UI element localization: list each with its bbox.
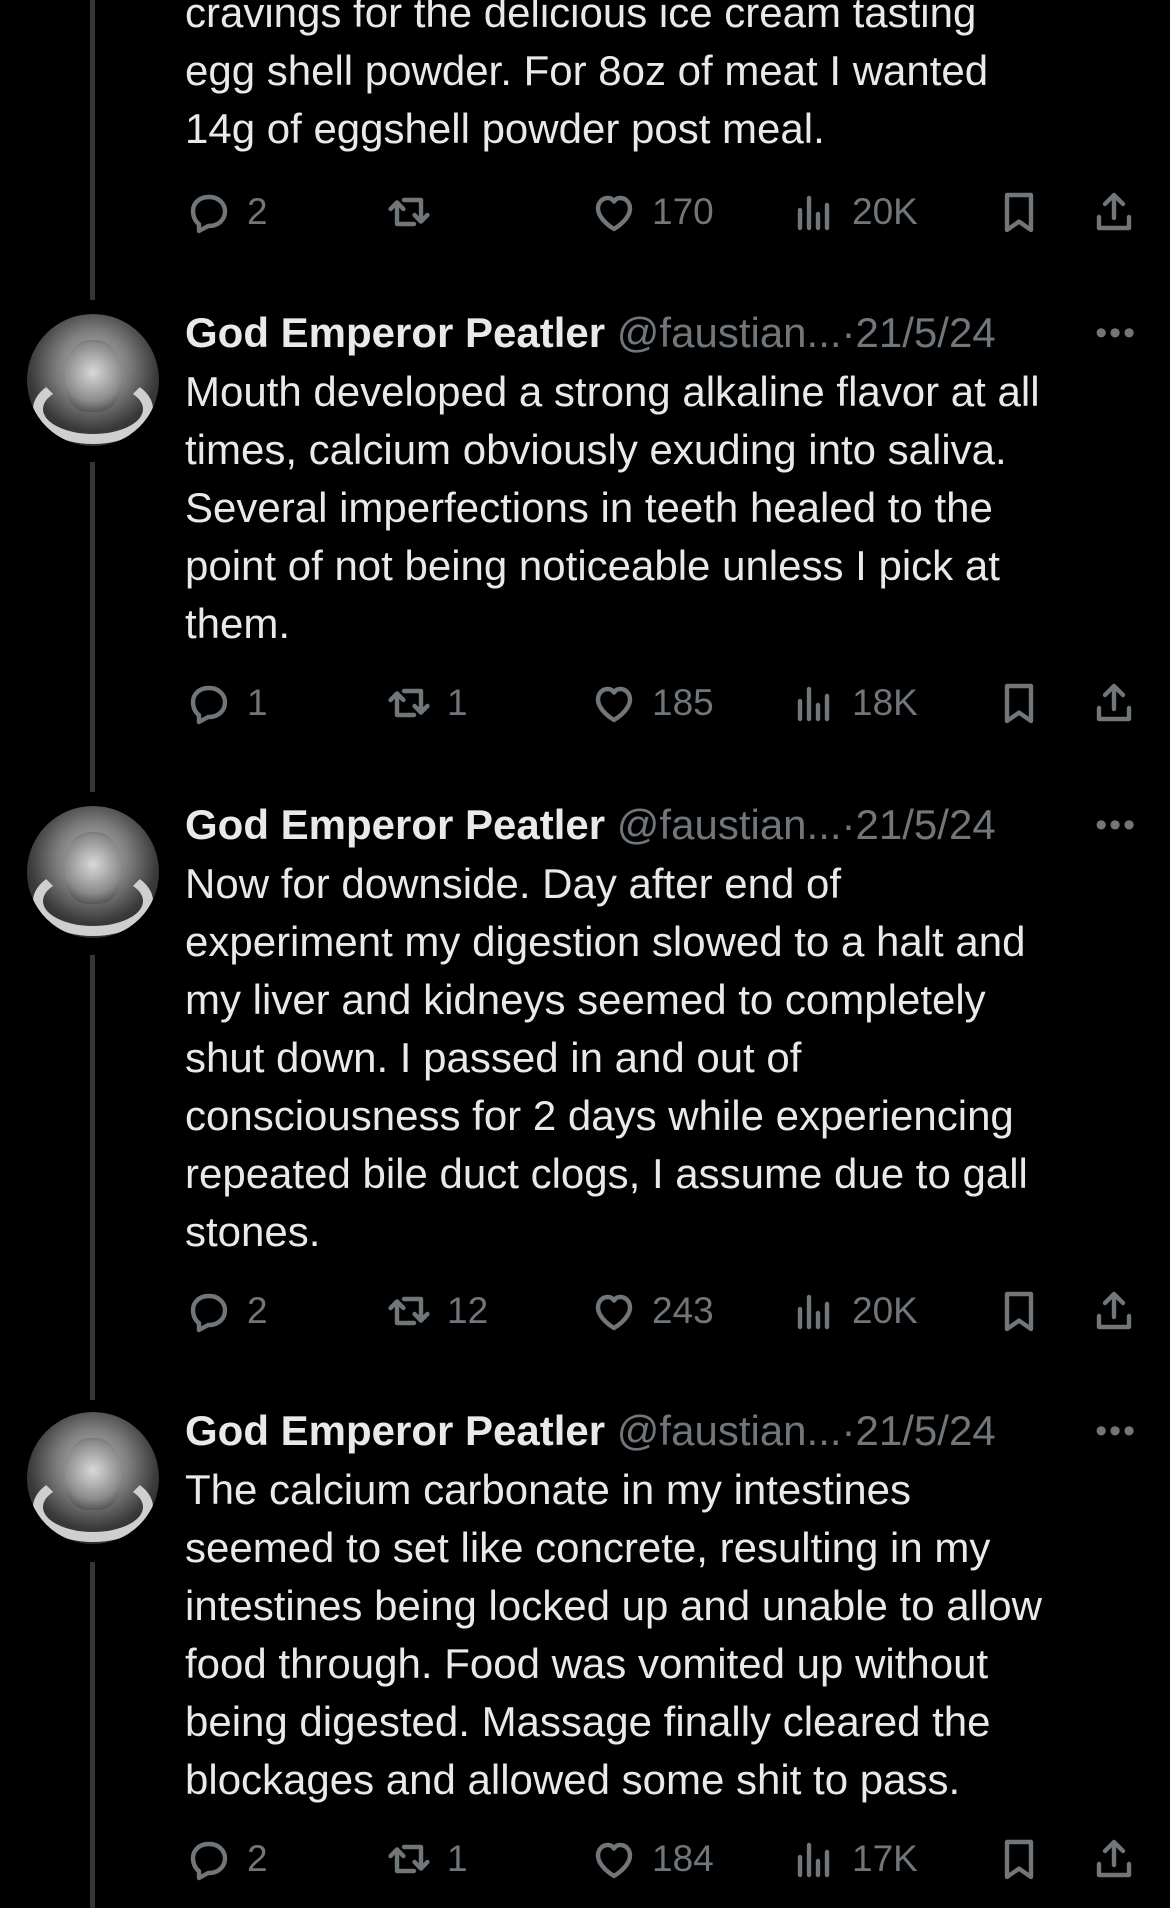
user-handle[interactable]: @faustian... xyxy=(617,309,842,356)
view-count: 17K xyxy=(852,1838,918,1879)
bookmark-button[interactable] xyxy=(995,675,1043,731)
repost-button[interactable]: 1 xyxy=(385,675,468,731)
bookmark-button[interactable] xyxy=(995,1831,1043,1887)
tweet-actions: 1 1 185 18K xyxy=(185,675,1145,731)
repost-button[interactable]: 1 xyxy=(385,1831,468,1887)
share-icon xyxy=(1090,1287,1138,1335)
views-icon xyxy=(790,188,838,236)
reply-count: 2 xyxy=(247,1290,268,1331)
like-button[interactable]: 170 xyxy=(590,184,714,240)
share-button[interactable] xyxy=(1090,675,1138,731)
user-handle[interactable]: @faustian... xyxy=(617,1407,842,1454)
view-count: 20K xyxy=(852,1290,918,1331)
tweet-text: cravings for the delicious ice cream tas… xyxy=(185,0,989,152)
tweet-header: God Emperor Peatler @faustian...·21/5/24… xyxy=(185,304,1145,362)
repost-icon xyxy=(385,679,433,727)
tweet-actions: 2 1 184 17K xyxy=(185,1831,1145,1887)
bookmark-icon xyxy=(995,188,1043,236)
tweet-actions: 2 170 20K xyxy=(185,184,1145,240)
more-icon[interactable]: ••• xyxy=(1095,796,1137,854)
repost-icon xyxy=(385,1287,433,1335)
thread-line xyxy=(90,0,95,300)
more-icon[interactable]: ••• xyxy=(1095,304,1137,362)
reply-button[interactable]: 2 xyxy=(185,1283,268,1339)
like-count: 185 xyxy=(652,682,714,723)
thread-line xyxy=(90,1562,95,1908)
bookmark-icon xyxy=(995,1835,1043,1883)
like-icon xyxy=(590,1835,638,1883)
views-button[interactable]: 20K xyxy=(790,184,918,240)
like-icon xyxy=(590,188,638,236)
repost-icon xyxy=(385,188,433,236)
views-button[interactable]: 18K xyxy=(790,675,918,731)
share-button[interactable] xyxy=(1090,1831,1138,1887)
like-count: 170 xyxy=(652,191,714,232)
share-button[interactable] xyxy=(1090,1283,1138,1339)
tweet-text: Mouth developed a strong alkaline flavor… xyxy=(185,368,1040,647)
reply-count: 1 xyxy=(247,682,268,723)
repost-button[interactable] xyxy=(385,184,447,240)
more-icon[interactable]: ••• xyxy=(1095,1402,1137,1460)
thread-line xyxy=(90,955,95,1400)
bookmark-icon xyxy=(995,1287,1043,1335)
display-name[interactable]: God Emperor Peatler xyxy=(185,1407,605,1454)
reply-icon xyxy=(185,1835,233,1883)
reply-button[interactable]: 1 xyxy=(185,675,268,731)
bookmark-button[interactable] xyxy=(995,1283,1043,1339)
reply-button[interactable]: 2 xyxy=(185,1831,268,1887)
reply-icon xyxy=(185,679,233,727)
reply-count: 2 xyxy=(247,191,268,232)
avatar[interactable] xyxy=(27,806,159,938)
user-handle[interactable]: @faustian... xyxy=(617,801,842,848)
reply-button[interactable]: 2 xyxy=(185,184,268,240)
views-button[interactable]: 20K xyxy=(790,1283,918,1339)
repost-count: 1 xyxy=(447,1838,468,1879)
views-icon xyxy=(790,1287,838,1335)
like-icon xyxy=(590,679,638,727)
separator-dot: · xyxy=(841,309,856,356)
tweet-actions: 2 12 243 20K xyxy=(185,1283,1145,1339)
repost-icon xyxy=(385,1835,433,1883)
share-button[interactable] xyxy=(1090,184,1138,240)
share-icon xyxy=(1090,188,1138,236)
view-count: 18K xyxy=(852,682,918,723)
tweet-text: Now for downside. Day after end of exper… xyxy=(185,860,1028,1255)
reply-icon xyxy=(185,188,233,236)
bookmark-icon xyxy=(995,679,1043,727)
avatar[interactable] xyxy=(27,314,159,446)
views-icon xyxy=(790,679,838,727)
bookmark-button[interactable] xyxy=(995,184,1043,240)
reply-icon xyxy=(185,1287,233,1335)
like-count: 184 xyxy=(652,1838,714,1879)
tweet-date[interactable]: 21/5/24 xyxy=(856,309,996,356)
thread-line xyxy=(90,462,95,792)
view-count: 20K xyxy=(852,191,918,232)
tweet-date[interactable]: 21/5/24 xyxy=(856,1407,996,1454)
like-icon xyxy=(590,1287,638,1335)
tweet-text: The calcium carbonate in my intestines s… xyxy=(185,1466,1042,1803)
like-button[interactable]: 243 xyxy=(590,1283,714,1339)
views-icon xyxy=(790,1835,838,1883)
repost-button[interactable]: 12 xyxy=(385,1283,488,1339)
share-icon xyxy=(1090,679,1138,727)
tweet-header: God Emperor Peatler @faustian...·21/5/24… xyxy=(185,796,1145,854)
like-button[interactable]: 185 xyxy=(590,675,714,731)
display-name[interactable]: God Emperor Peatler xyxy=(185,801,605,848)
like-button[interactable]: 184 xyxy=(590,1831,714,1887)
repost-count: 1 xyxy=(447,682,468,723)
like-count: 243 xyxy=(652,1290,714,1331)
display-name[interactable]: God Emperor Peatler xyxy=(185,309,605,356)
reply-count: 2 xyxy=(247,1838,268,1879)
avatar[interactable] xyxy=(27,1412,159,1544)
repost-count: 12 xyxy=(447,1290,489,1331)
share-icon xyxy=(1090,1835,1138,1883)
separator-dot: · xyxy=(841,801,856,848)
separator-dot: · xyxy=(841,1407,856,1454)
tweet-header: God Emperor Peatler @faustian...·21/5/24… xyxy=(185,1402,1145,1460)
views-button[interactable]: 17K xyxy=(790,1831,918,1887)
tweet-date[interactable]: 21/5/24 xyxy=(856,801,996,848)
